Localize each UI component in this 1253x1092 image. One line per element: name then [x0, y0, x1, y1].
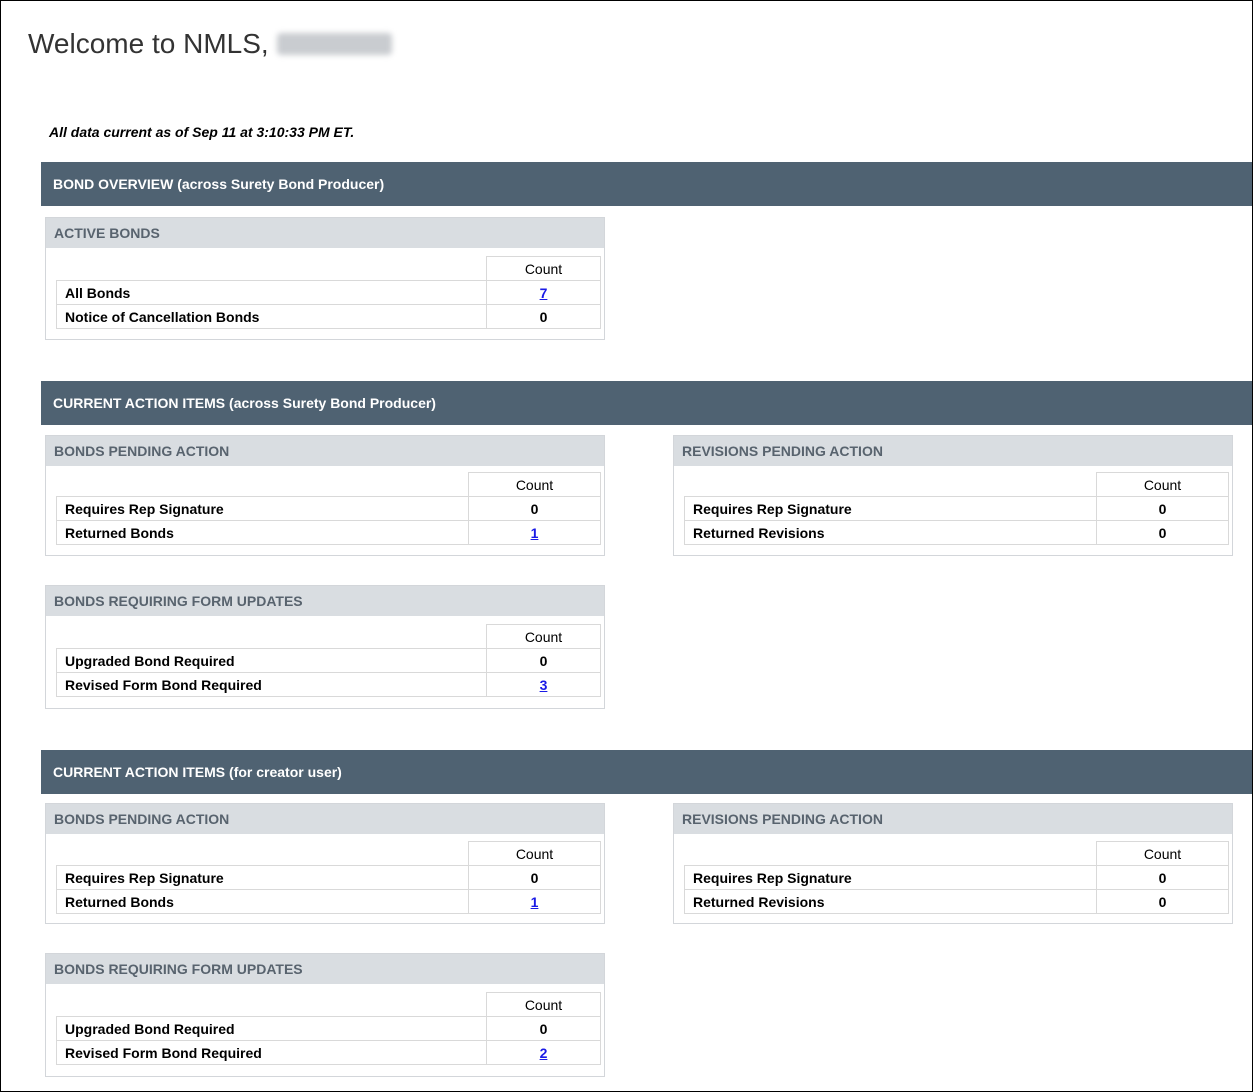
sbp-form-updates-panel: BONDS REQUIRING FORM UPDATES Count Upgra…	[45, 585, 605, 709]
page-title: Welcome to NMLS,	[28, 28, 392, 60]
panel-title: BONDS PENDING ACTION	[46, 804, 604, 834]
sbp-form-updates-table: Count Upgraded Bond Required 0 Revised F…	[56, 624, 601, 697]
table-row: Returned Bonds 1	[56, 889, 601, 914]
table-row: Revised Form Bond Required 2	[56, 1040, 601, 1065]
row-label: Returned Revisions	[684, 889, 1097, 914]
row-count: 0	[468, 496, 601, 521]
count-column-header: Count	[468, 841, 601, 866]
panel-title: REVISIONS PENDING ACTION	[674, 804, 1232, 834]
row-label: Requires Rep Signature	[56, 865, 469, 890]
returned-bonds-count-link[interactable]: 1	[531, 525, 539, 541]
table-row: Upgraded Bond Required 0	[56, 648, 601, 673]
row-count: 0	[486, 648, 601, 673]
row-label: Notice of Cancellation Bonds	[56, 304, 487, 329]
sbp-revisions-pending-table: Count Requires Rep Signature 0 Returned …	[684, 472, 1229, 545]
row-label: Returned Bonds	[56, 520, 469, 545]
table-row: All Bonds 7	[56, 280, 601, 305]
creator-form-updates-table: Count Upgraded Bond Required 0 Revised F…	[56, 992, 601, 1065]
panel-title: BONDS REQUIRING FORM UPDATES	[46, 586, 604, 616]
row-label: Requires Rep Signature	[56, 496, 469, 521]
row-label: All Bonds	[56, 280, 487, 305]
data-as-of-text: All data current as of Sep 11 at 3:10:33…	[49, 124, 355, 140]
panel-title: ACTIVE BONDS	[46, 218, 604, 248]
row-count: 0	[1096, 889, 1229, 914]
row-label: Returned Bonds	[56, 889, 469, 914]
row-label: Requires Rep Signature	[684, 496, 1097, 521]
row-label: Revised Form Bond Required	[56, 1040, 487, 1065]
table-row: Requires Rep Signature 0	[56, 496, 601, 521]
table-row: Returned Revisions 0	[684, 889, 1229, 914]
count-column-header: Count	[486, 624, 601, 649]
active-bonds-table: Count All Bonds 7 Notice of Cancellation…	[56, 256, 601, 329]
creator-revisions-pending-panel: REVISIONS PENDING ACTION Count Requires …	[673, 803, 1233, 924]
creator-form-updates-panel: BONDS REQUIRING FORM UPDATES Count Upgra…	[45, 953, 605, 1077]
table-row: Requires Rep Signature 0	[684, 865, 1229, 890]
row-count: 0	[1096, 520, 1229, 545]
revised-form-bond-count-link[interactable]: 2	[540, 1045, 548, 1061]
section-sbp-action-items-header: CURRENT ACTION ITEMS (across Surety Bond…	[41, 381, 1252, 425]
row-count: 0	[486, 1016, 601, 1041]
table-row: Returned Bonds 1	[56, 520, 601, 545]
row-label: Revised Form Bond Required	[56, 672, 487, 697]
row-label: Returned Revisions	[684, 520, 1097, 545]
table-row: Returned Revisions 0	[684, 520, 1229, 545]
page-frame: Welcome to NMLS, All data current as of …	[0, 0, 1253, 1092]
panel-title: BONDS PENDING ACTION	[46, 436, 604, 466]
row-label: Upgraded Bond Required	[56, 1016, 487, 1041]
table-row: Upgraded Bond Required 0	[56, 1016, 601, 1041]
sbp-revisions-pending-panel: REVISIONS PENDING ACTION Count Requires …	[673, 435, 1233, 556]
row-label: Requires Rep Signature	[684, 865, 1097, 890]
section-creator-action-items-header: CURRENT ACTION ITEMS (for creator user)	[41, 750, 1252, 794]
count-column-header: Count	[486, 992, 601, 1017]
table-row: Revised Form Bond Required 3	[56, 672, 601, 697]
all-bonds-count-link[interactable]: 7	[540, 285, 548, 301]
welcome-text: Welcome to NMLS,	[28, 28, 269, 59]
row-label: Upgraded Bond Required	[56, 648, 487, 673]
redacted-user-name	[276, 33, 392, 55]
count-column-header: Count	[486, 256, 601, 281]
returned-bonds-count-link[interactable]: 1	[531, 894, 539, 910]
table-row: Requires Rep Signature 0	[684, 496, 1229, 521]
count-column-header: Count	[1096, 472, 1229, 497]
creator-revisions-pending-table: Count Requires Rep Signature 0 Returned …	[684, 841, 1229, 914]
table-row: Requires Rep Signature 0	[56, 865, 601, 890]
row-count: 0	[486, 304, 601, 329]
row-count: 0	[1096, 496, 1229, 521]
row-count: 0	[468, 865, 601, 890]
table-row: Notice of Cancellation Bonds 0	[56, 304, 601, 329]
count-column-header: Count	[1096, 841, 1229, 866]
revised-form-bond-count-link[interactable]: 3	[540, 677, 548, 693]
panel-title: REVISIONS PENDING ACTION	[674, 436, 1232, 466]
section-bond-overview-header: BOND OVERVIEW (across Surety Bond Produc…	[41, 162, 1252, 206]
active-bonds-panel: ACTIVE BONDS Count All Bonds 7 Notice of…	[45, 217, 605, 340]
row-count: 0	[1096, 865, 1229, 890]
creator-bonds-pending-table: Count Requires Rep Signature 0 Returned …	[56, 841, 601, 914]
creator-bonds-pending-panel: BONDS PENDING ACTION Count Requires Rep …	[45, 803, 605, 924]
sbp-bonds-pending-table: Count Requires Rep Signature 0 Returned …	[56, 472, 601, 545]
panel-title: BONDS REQUIRING FORM UPDATES	[46, 954, 604, 984]
sbp-bonds-pending-panel: BONDS PENDING ACTION Count Requires Rep …	[45, 435, 605, 556]
count-column-header: Count	[468, 472, 601, 497]
